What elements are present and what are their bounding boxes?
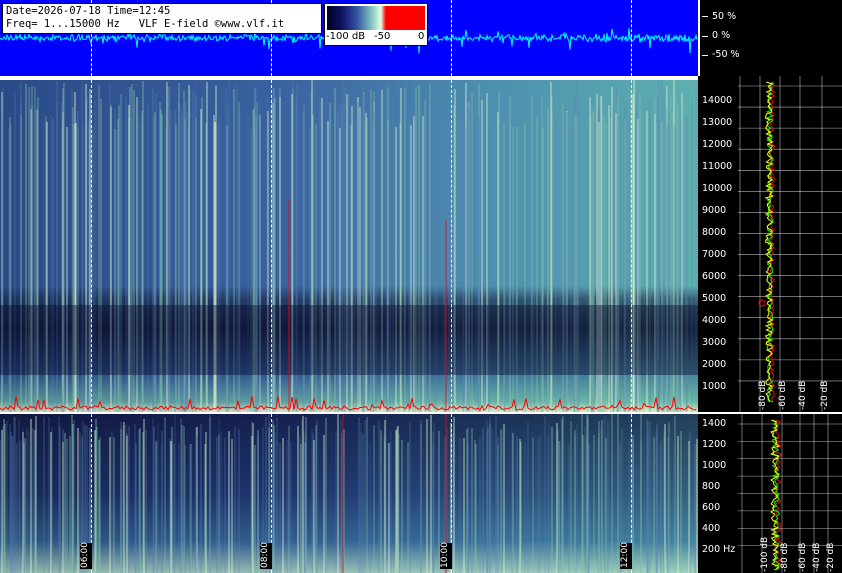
spectrum-panel-lower: 1400 1200 1000 800 600 400 200 Hz -100 d… — [698, 414, 842, 573]
freq-label: 3000 — [702, 337, 727, 348]
freq-label: 10000 — [702, 183, 733, 194]
time-gridline — [631, 80, 632, 412]
db-axis-label: -60 dB — [798, 542, 808, 572]
freq-label: 9000 — [702, 205, 727, 216]
freq-label: 11000 — [702, 161, 733, 172]
spectrogram-lower — [0, 414, 698, 573]
freq-label: 2000 — [702, 359, 727, 370]
freq-label: 6000 — [702, 271, 727, 282]
db-axis-label: -40 dB — [812, 542, 822, 572]
spectrum-panel-upper: 14000 13000 12000 11000 10000 9000 8000 … — [698, 76, 842, 412]
db-axis-label: -20 dB — [820, 380, 830, 410]
freq-label: 1400 — [702, 418, 727, 429]
time-label-text: 08:00 — [260, 542, 270, 568]
freq-label: 8000 — [702, 227, 727, 238]
colorbar: -100 dB -50 0 — [324, 3, 428, 46]
db-axis-label: -80 dB — [780, 542, 790, 572]
time-gridline — [451, 0, 452, 76]
db-axis-label: -40 dB — [798, 380, 808, 410]
time-gridline — [631, 0, 632, 76]
time-label-0800: 08:00 — [260, 542, 272, 569]
time-label-0600: 06:00 — [80, 542, 92, 569]
time-gridline — [271, 80, 272, 412]
time-label-1200: 12:00 — [620, 542, 632, 569]
spectrogram-upper — [0, 80, 698, 412]
colorbar-mid-label: -50 — [374, 31, 391, 42]
colorbar-max-label: 0 — [418, 31, 425, 42]
freq-label: 12000 — [702, 139, 733, 150]
amplitude-scale: 50 % 0 % -50 % — [700, 0, 842, 76]
time-label-text: 06:00 — [80, 542, 90, 568]
amp-label-minus50: -50 % — [712, 49, 740, 60]
freq-label: 1200 — [702, 439, 727, 450]
freq-range-label: Freq= 1...15000 Hz VLF E-field ©www.vlf.… — [6, 18, 285, 30]
db-axis-label: -80 dB — [758, 380, 768, 410]
amp-label-plus50: 50 % — [712, 11, 737, 22]
colorbar-gradient — [327, 6, 425, 30]
colorbar-min-label: -100 dB — [326, 31, 366, 42]
amp-tick — [702, 16, 708, 17]
db-axis-label: -20 dB — [826, 542, 836, 572]
time-gridline — [451, 80, 452, 412]
freq-label: 400 — [702, 523, 721, 534]
freq-label: 5000 — [702, 293, 727, 304]
date-time-label: Date=2026-07-18 Time=12:45 — [6, 5, 171, 17]
freq-label: 200 Hz — [702, 544, 736, 555]
spectrogram-lower-texture — [0, 414, 698, 573]
freq-label: 800 — [702, 481, 721, 492]
spectrogram-upper-texture — [0, 80, 698, 412]
freq-label: 14000 — [702, 95, 733, 106]
amp-label-zero: 0 % — [712, 30, 731, 41]
db-axis-label: -60 dB — [778, 380, 788, 410]
freq-label: 1000 — [702, 381, 727, 392]
db-axis-label: -100 dB — [760, 536, 770, 572]
amp-tick — [702, 55, 708, 56]
time-label-text: 12:00 — [620, 542, 630, 568]
header-info-box: Date=2026-07-18 Time=12:45 Freq= 1...150… — [2, 3, 322, 34]
time-gridline — [91, 80, 92, 412]
freq-label: 13000 — [702, 117, 733, 128]
freq-label: 1000 — [702, 460, 727, 471]
freq-label: 4000 — [702, 315, 727, 326]
amp-tick — [702, 36, 708, 37]
freq-label: 600 — [702, 502, 721, 513]
freq-label: 7000 — [702, 249, 727, 260]
time-label-text: 10:00 — [440, 542, 450, 568]
time-label-1000: 10:00 — [440, 542, 452, 569]
